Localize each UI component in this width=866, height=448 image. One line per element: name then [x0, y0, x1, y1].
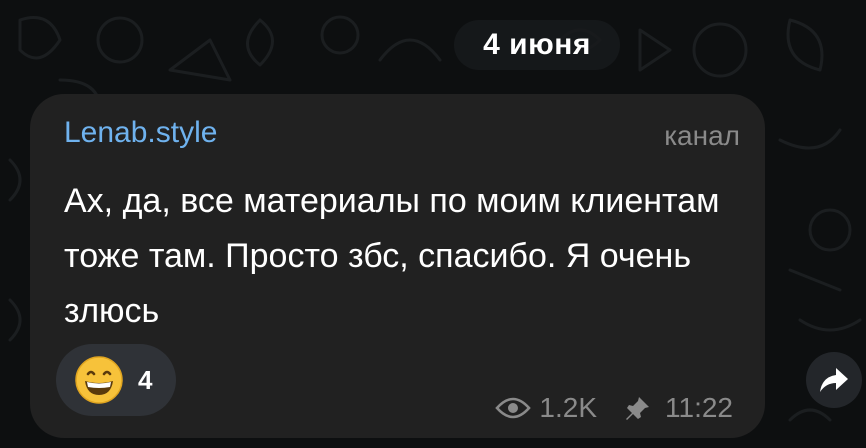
post-time: 11:22: [665, 392, 733, 423]
eye-icon: [495, 397, 532, 419]
share-button[interactable]: [806, 352, 862, 408]
grinning-face-icon: [75, 356, 123, 404]
channel-badge: канал: [664, 120, 740, 151]
date-label: 4 июня: [483, 28, 591, 61]
post-meta: 1.2K 11:22: [495, 392, 733, 424]
date-separator: 4 июня: [454, 20, 620, 70]
pin-icon: [626, 397, 649, 420]
message-text: Ах, да, все материалы по моим клиентам т…: [64, 182, 720, 330]
channel-post-bubble[interactable]: Lenab.style канал Ах, да, все материалы …: [30, 94, 765, 438]
reaction-count: 4: [138, 364, 153, 395]
sender-name[interactable]: Lenab.style: [64, 116, 217, 150]
share-arrow-icon: [820, 368, 848, 392]
views-count: 1.2K: [539, 392, 597, 423]
reaction-chip[interactable]: 4: [56, 344, 176, 416]
